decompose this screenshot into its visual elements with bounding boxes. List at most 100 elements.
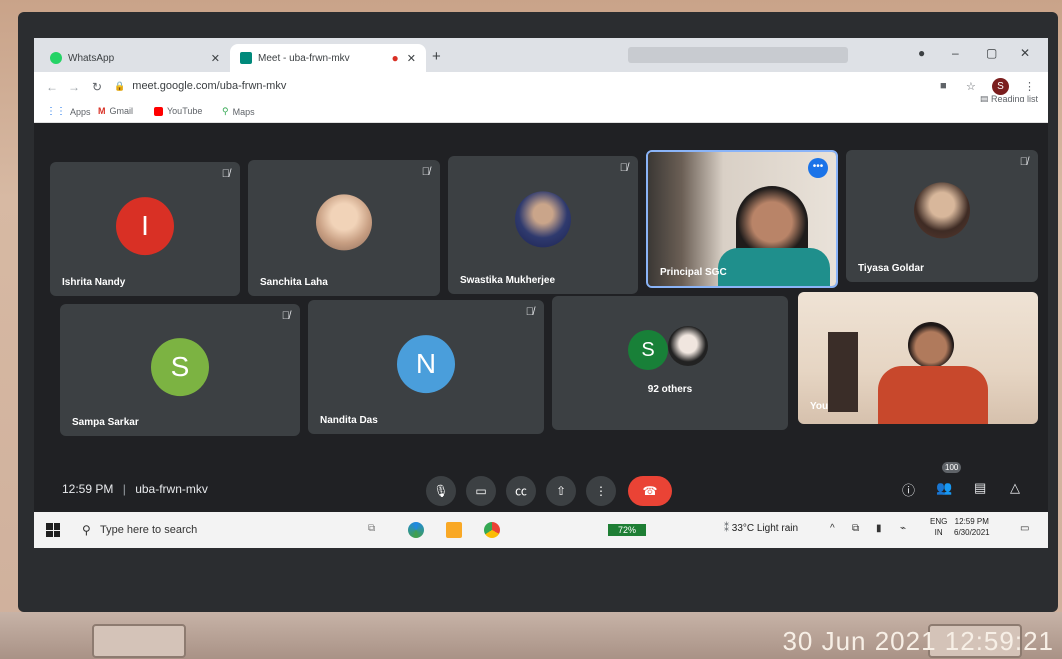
activities-icon[interactable]: △ [1010,480,1020,496]
chrome-icon[interactable] [484,522,500,538]
maximize-button[interactable]: ▢ [986,46,997,60]
avatar: S [628,330,668,370]
bookmark-gmail[interactable]: M Gmail [98,106,133,116]
bookmark-youtube[interactable]: YouTube [154,106,202,116]
meeting-code: uba-frwn-mkv [135,482,208,496]
bookmark-apps[interactable]: ⋮⋮ Apps [46,106,91,117]
menu-kebab-icon[interactable]: ⋮ [1024,80,1035,93]
bookmark-star-icon[interactable]: ☆ [966,80,976,93]
participant-name: Tiyasa Goldar [858,263,924,274]
participant-tile[interactable]: 🎙̸ S Sampa Sarkar [60,304,300,436]
language-code: ENG [930,517,948,526]
window-close-button[interactable]: ✕ [1020,46,1030,60]
search-icon: ⚲ [82,523,91,537]
weather-icon: ⁑ [724,523,729,534]
tray-expand-icon[interactable]: ^ [830,523,835,534]
camera-icon: ▭ [475,484,487,498]
mic-muted-icon: 🎙̸ [619,162,628,174]
participant-name: Sampa Sarkar [72,417,139,428]
back-icon[interactable]: ← [46,80,58,94]
close-icon[interactable]: ✕ [211,52,220,65]
apps-grid-icon: ⋮⋮ [46,106,66,117]
weather-widget[interactable]: ⁑ 33°C Light rain [724,523,798,534]
region-code: IN [934,528,943,537]
info-icon[interactable]: ⓘ [902,480,915,499]
language-indicator[interactable]: ENG IN [930,516,947,538]
participant-tile[interactable]: 🎙̸ Sanchita Laha [248,160,440,296]
participant-tile-active[interactable]: ••• Principal SGC [646,150,838,288]
others-count: 92 others [647,384,693,395]
mic-toggle-button[interactable]: 🎙 [426,476,456,506]
laptop-hinge-left [92,624,186,658]
mic-muted-icon: 🎙̸ [1019,156,1028,168]
people-icon[interactable]: 👥 [936,480,952,496]
participant-count-badge: 100 [942,462,962,473]
hang-up-icon: ☎ [642,484,658,498]
tab-label: Meet - uba-frwn-mkv [258,52,350,64]
notification-icon[interactable]: ▭ [1020,523,1029,534]
bookmark-label: YouTube [167,106,203,116]
camera-toggle-button[interactable]: ▭ [466,476,496,506]
system-clock[interactable]: 12:59 PM 6/30/2021 [954,516,990,538]
participant-name: Swastika Mukherjee [460,275,556,286]
gmail-icon: M [98,106,106,116]
profile-avatar[interactable]: S [992,78,1009,95]
browser-tab-bar: WhatsApp ✕ Meet - uba-frwn-mkv ● ✕ + ● –… [34,38,1048,72]
task-view-icon[interactable]: ⧉ [368,523,375,534]
present-button[interactable]: ⇧ [546,476,576,506]
others-tile[interactable]: S 92 others [552,296,788,430]
bookmark-maps[interactable]: ⚲ Maps [222,106,255,117]
bookmark-label: Apps [70,106,91,117]
captions-button[interactable]: ㏄ [506,476,536,506]
leave-call-button[interactable]: ☎ [628,476,672,506]
windows-taskbar: ⚲ Type here to search ⧉ 72% ⁑ 33°C Light… [34,512,1048,548]
mic-muted-icon: 🎙̸ [525,306,534,318]
participant-name: You [810,401,829,412]
search-placeholder: Type here to search [100,524,198,536]
self-tile[interactable]: You [798,292,1038,424]
avatar: I [116,197,174,256]
new-tab-button[interactable]: + [432,48,441,65]
participant-name: Principal SGC [660,267,727,278]
weather-text: 33°C Light rain [731,523,799,534]
display-icon[interactable]: ⧉ [852,523,859,534]
camera-indicator-icon[interactable]: ■ [940,80,947,92]
taskbar-search[interactable]: ⚲ Type here to search [74,512,354,548]
usb-icon[interactable]: ▮ [876,523,882,534]
lock-icon: 🔒 [114,81,126,91]
participant-tile[interactable]: 🎙̸ N Nandita Das [308,300,544,434]
edge-icon[interactable] [408,522,424,538]
tab-meet[interactable]: Meet - uba-frwn-mkv ● ✕ [230,44,426,72]
windows-start-icon[interactable] [46,523,60,537]
minimize-button[interactable]: – [952,46,959,60]
participant-tile[interactable]: 🎙̸ I Ishrita Nandy [50,162,240,296]
laptop-screen: WhatsApp ✕ Meet - uba-frwn-mkv ● ✕ + ● –… [34,38,1048,548]
tab-whatsapp[interactable]: WhatsApp ✕ [40,44,230,72]
record-icon[interactable]: ● [918,46,925,60]
kebab-icon: ⋮ [595,484,607,498]
close-icon[interactable]: ✕ [407,52,416,65]
separator: | [122,482,126,496]
tab-extensions-strip [628,47,848,63]
avatar [316,194,372,251]
more-options-button[interactable]: ⋮ [586,476,616,506]
bookmarks-bar: ⋮⋮ Apps M Gmail YouTube ⚲ Maps [34,102,1048,123]
more-options-icon[interactable]: ••• [808,158,828,178]
captions-icon: ㏄ [514,484,527,498]
network-icon[interactable]: ⌁ [900,523,906,534]
file-explorer-icon[interactable] [446,522,462,538]
avatar [515,191,571,248]
participant-tile[interactable]: 🎙̸ Tiyasa Goldar [846,150,1038,282]
avatar: S [151,338,209,397]
chat-icon[interactable]: ▤ [974,480,986,496]
reload-icon[interactable]: ↻ [92,80,102,94]
participant-name: Nandita Das [320,415,378,426]
tab-label: WhatsApp [68,52,115,64]
forward-icon[interactable]: → [68,80,80,94]
bookmark-label: Maps [232,106,255,117]
meet-icon [240,52,252,64]
address-bar[interactable]: 🔒 meet.google.com/uba-frwn-mkv [114,80,286,92]
battery-indicator: 72% [608,524,646,536]
participant-tile[interactable]: 🎙̸ Swastika Mukherjee [448,156,638,294]
avatar [914,182,970,239]
